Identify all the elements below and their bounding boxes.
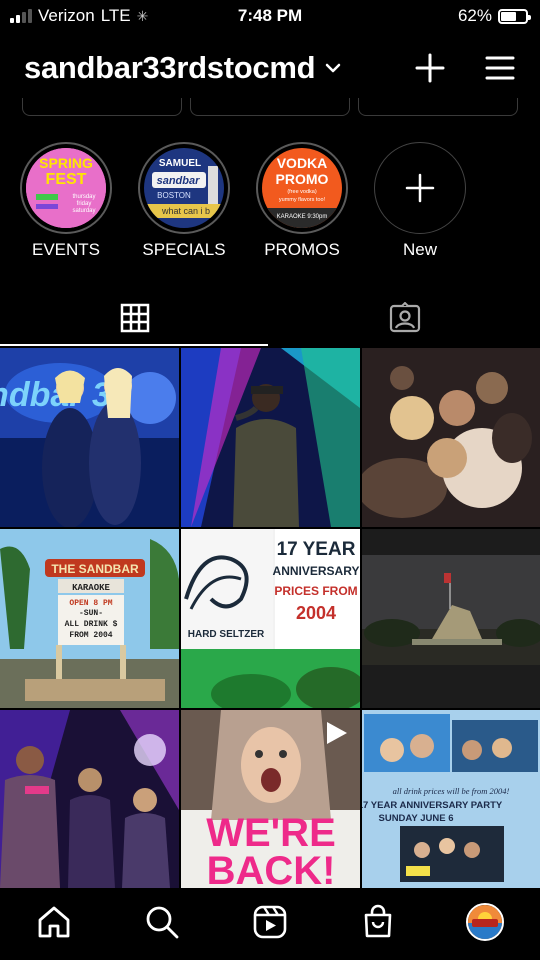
profile-tabs [0,290,540,346]
tagged-tab[interactable] [270,290,540,346]
svg-text:-SUN-: -SUN- [79,609,103,618]
svg-text:SUNDAY JUNE 6: SUNDAY JUNE 6 [379,813,454,824]
post-thumbnail[interactable]: sandbar 33 [0,348,179,527]
battery-icon [498,8,531,24]
svg-text:thursday: thursday [72,194,95,200]
svg-text:friday: friday [77,201,92,207]
chevron-down-icon [325,63,341,73]
svg-text:(free vodka): (free vodka) [287,189,317,195]
reels-icon[interactable] [252,904,288,940]
svg-text:KARAOKE: KARAOKE [72,583,110,593]
highlight-label: New [402,240,437,259]
post-thumbnail[interactable]: all drink prices will be from 2004! 17 Y… [362,710,540,889]
svg-text:BACK!: BACK! [207,849,336,888]
svg-text:SAMUEL: SAMUEL [159,158,201,169]
specials-cover-image: SAMUEL sandbar BOSTON what can i b [144,148,224,228]
bottom-navigation [0,890,540,960]
tagged-person-icon [389,302,421,333]
svg-text:PRICES FROM: PRICES FROM [274,584,357,598]
post-thumbnail[interactable]: THE SANDBAR KARAOKE OPEN 8 PM -SUN- ALL … [0,529,179,708]
sandbar-logo-avatar [468,905,502,939]
svg-text:all drink prices will be from: all drink prices will be from 2004! [393,786,510,796]
posts-grid-tab[interactable] [0,290,270,346]
status-bar: Verizon LTE ✳ 7:48 PM 62% [0,0,540,32]
home-icon[interactable] [36,904,72,940]
story-highlights: SPRING FEST thursday friday saturday EVE… [0,142,540,262]
svg-text:yummy flavors too!: yummy flavors too! [279,197,326,203]
promos-cover-image: VODKA PROMO (free vodka) yummy flavors t… [262,148,342,228]
post-9-image: all drink prices will be from 2004! 17 Y… [362,710,540,888]
highlight-promos[interactable]: VODKA PROMO (free vodka) yummy flavors t… [252,142,352,260]
shop-icon[interactable] [360,904,396,940]
svg-text:2004: 2004 [296,603,336,623]
svg-text:17 YEAR: 17 YEAR [277,539,356,560]
svg-text:PROMO: PROMO [276,171,329,187]
search-icon[interactable] [144,904,180,940]
post-6-image [362,529,540,708]
svg-text:saturday: saturday [72,208,95,214]
svg-text:ANNIVERSARY: ANNIVERSARY [273,564,360,578]
new-highlight-button[interactable]: New [370,142,470,260]
highlight-events[interactable]: SPRING FEST thursday friday saturday EVE… [16,142,116,260]
account-switcher[interactable]: sandbar33rdstocmd [24,50,341,86]
profile-avatar[interactable] [466,903,504,941]
active-tab-indicator [0,344,268,346]
svg-text:THE SANDBAR: THE SANDBAR [51,562,139,576]
post-thumbnail[interactable] [181,348,360,527]
plus-icon [405,173,435,203]
svg-text:HARD SELTZER: HARD SELTZER [188,629,265,640]
post-8-image: WE'RE BACK! [181,710,360,889]
svg-text:VODKA: VODKA [277,155,328,171]
post-2-image [181,348,360,527]
svg-text:SPRING: SPRING [39,155,93,171]
post-thumbnail[interactable]: HARD SELTZER 17 YEAR ANNIVERSARY PRICES … [181,529,360,708]
post-7-image [0,710,179,888]
svg-text:17 YEAR ANNIVERSARY PARTY: 17 YEAR ANNIVERSARY PARTY [362,800,503,811]
svg-text:FROM 2004: FROM 2004 [69,631,112,640]
posts-grid: sandbar 33 [0,348,540,889]
battery-percent: 62% [457,6,492,25]
post-4-image: THE SANDBAR KARAOKE OPEN 8 PM -SUN- ALL … [0,529,179,708]
username-title: sandbar33rdstocmd [24,50,316,85]
highlight-label: SPECIALS [142,240,226,259]
svg-text:what can i b: what can i b [161,206,210,216]
highlight-specials[interactable]: SAMUEL sandbar BOSTON what can i b SPECI… [134,142,234,260]
svg-text:OPEN 8 PM: OPEN 8 PM [69,599,112,608]
post-5-image: HARD SELTZER 17 YEAR ANNIVERSARY PRICES … [181,529,360,708]
post-3-image [362,348,540,527]
profile-header: sandbar33rdstocmd [0,44,540,94]
menu-icon[interactable] [484,52,516,84]
post-thumbnail[interactable] [362,348,540,527]
grid-icon [120,303,150,333]
promotions-button[interactable] [190,98,350,116]
highlight-label: PROMOS [264,240,340,259]
svg-text:KARAOKE 9:30pm: KARAOKE 9:30pm [277,214,328,220]
svg-text:FEST: FEST [46,171,87,188]
profile-action-buttons [22,98,518,118]
svg-text:BOSTON: BOSTON [157,191,191,200]
events-cover-image: SPRING FEST thursday friday saturday [26,148,106,228]
post-1-image: sandbar 33 [0,348,179,527]
plus-icon[interactable] [414,52,446,84]
post-thumbnail[interactable]: WE'RE BACK! [181,710,360,889]
svg-text:ALL DRINK $: ALL DRINK $ [65,620,118,629]
svg-text:sandbar: sandbar [157,175,201,187]
post-thumbnail[interactable] [362,529,540,708]
post-thumbnail[interactable] [0,710,179,889]
highlight-label: EVENTS [31,240,101,259]
edit-profile-button[interactable] [22,98,182,116]
insights-button[interactable] [358,98,518,116]
